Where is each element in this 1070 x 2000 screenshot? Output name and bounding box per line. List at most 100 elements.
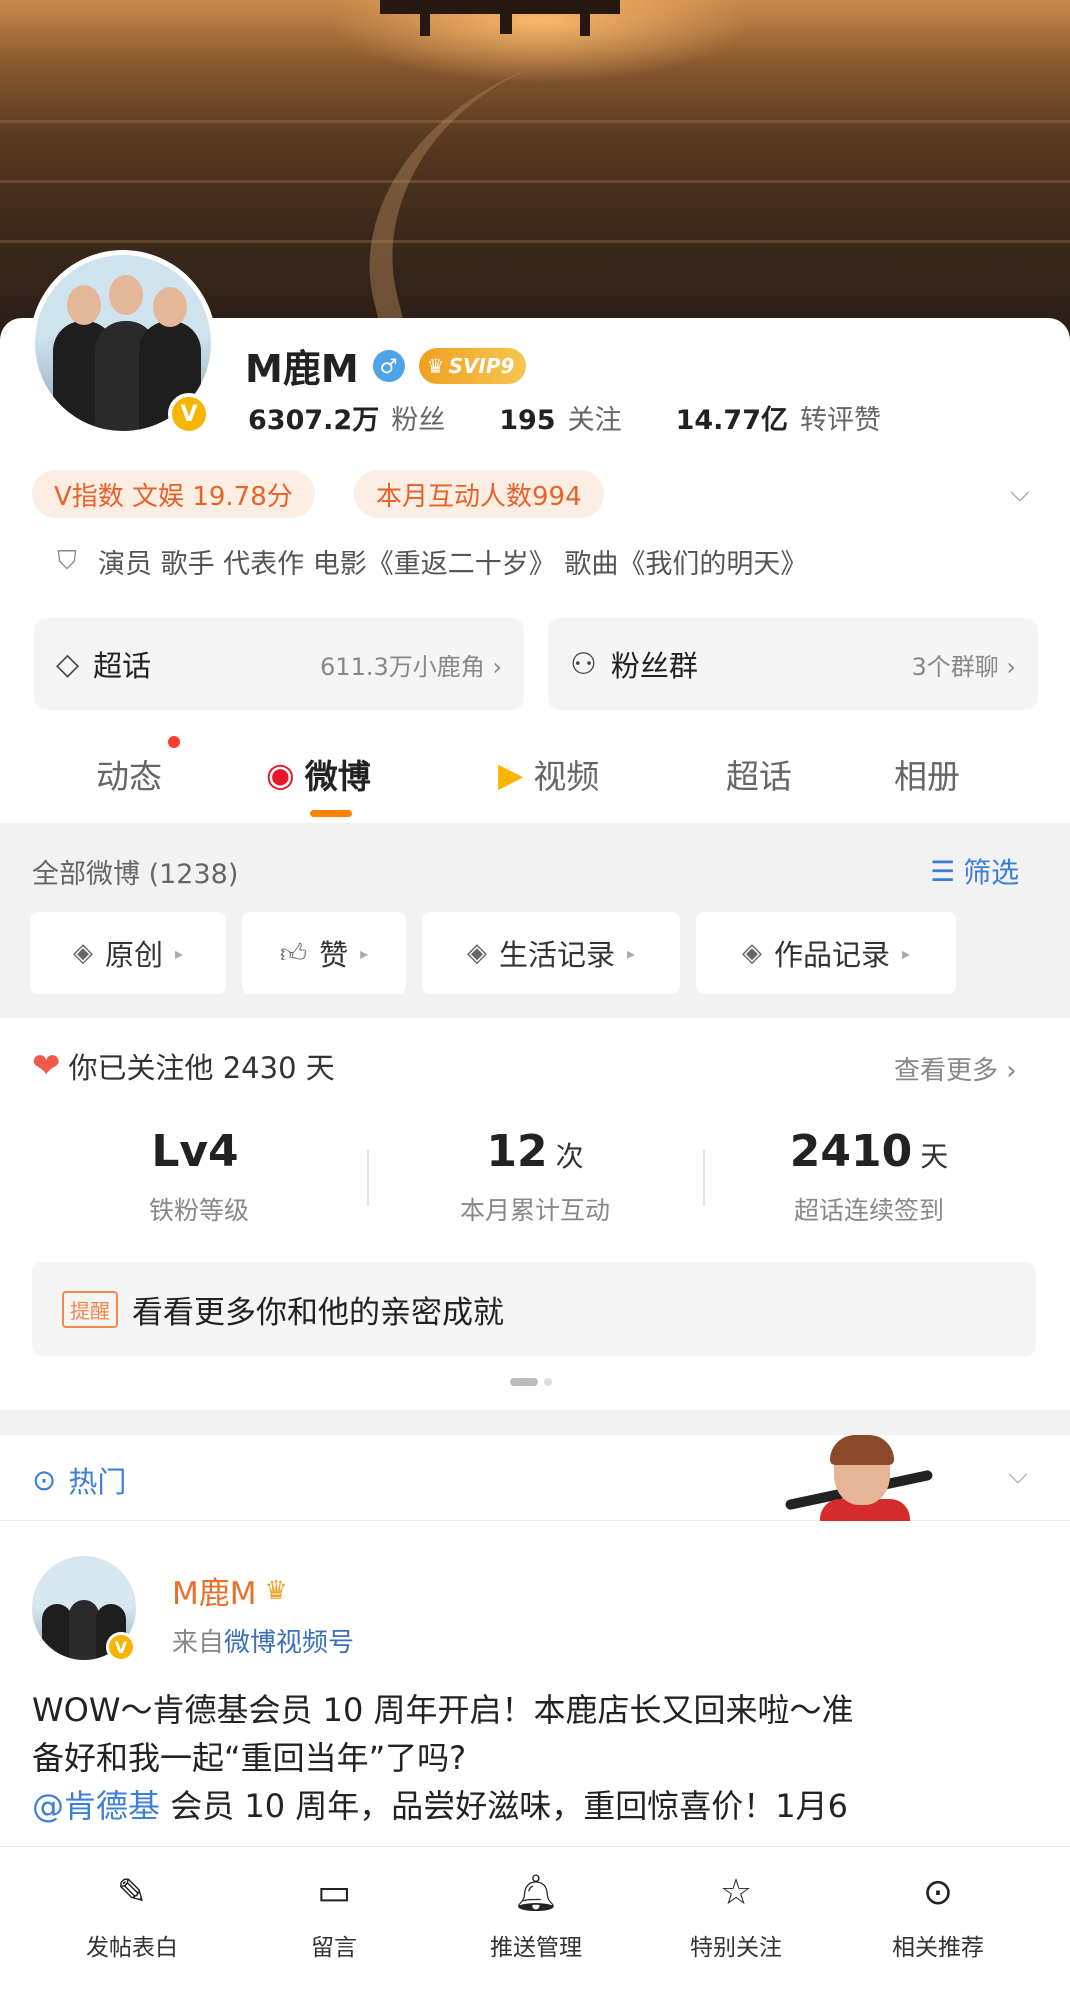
crown-icon: ♛ <box>426 353 445 378</box>
stat-following[interactable]: 195 关注 <box>499 398 621 437</box>
chip-works-label: 作品记录 <box>773 938 890 972</box>
special-follow-button[interactable]: ☆ 特别关注 <box>656 1872 816 1962</box>
post-tribute-button[interactable]: ✎ 发帖表白 <box>52 1872 212 1962</box>
special-follow-label: 特别关注 <box>690 1935 782 1961</box>
chevron-down-icon[interactable]: ⌵ <box>1010 478 1038 508</box>
metric-interactions-label: 本月累计互动 <box>459 1196 610 1225</box>
fangroup-meta: 3个群聊 › <box>911 647 1016 682</box>
metric-fan-level-label: 铁粉等级 <box>148 1196 249 1225</box>
related-recommend-button[interactable]: ⊙ 相关推荐 <box>858 1872 1018 1962</box>
chevron-right-icon: › <box>1006 1056 1017 1086</box>
active-tab-indicator <box>310 810 352 817</box>
caret-right-icon: ▸ <box>174 943 184 963</box>
message-button[interactable]: ▭ 留言 <box>254 1872 414 1962</box>
name-row: M鹿M ♂ ♛ SVIP9 <box>245 338 527 393</box>
post-text[interactable]: WOW～肯德基会员 10 周年开启！本鹿店长又回来啦～准 备好和我一起“重回当年… <box>32 1686 1042 1830</box>
chip-likes[interactable]: 👍︎ 赞 ▸ <box>242 912 406 994</box>
chip-likes-label: 赞 <box>319 938 349 972</box>
message-label: 留言 <box>311 1935 357 1961</box>
stat-likes-num: 14.77亿 <box>675 405 788 436</box>
interaction-pill[interactable]: 本月互动人数994 <box>354 470 604 518</box>
chip-life[interactable]: ◈ 生活记录 ▸ <box>422 912 680 994</box>
post-source-link[interactable]: 微博视频号 <box>224 1628 354 1658</box>
diamond-icon: ◇ <box>56 646 80 682</box>
layers-icon: ◈ <box>741 938 762 968</box>
metric-checkin-label: 超话连续签到 <box>793 1196 944 1225</box>
related-recommend-label: 相关推荐 <box>892 1935 984 1961</box>
chevron-right-icon: › <box>1006 652 1016 681</box>
weibo-icon: ◉ <box>266 754 295 794</box>
layers-icon: ◈ <box>72 938 93 968</box>
remind-text: 看看更多你和他的亲密成就 <box>132 1294 504 1331</box>
post-author[interactable]: M鹿M ♛ <box>172 1568 288 1613</box>
metric-interactions[interactable]: 12 次 本月累计互动 <box>370 1126 700 1227</box>
tab-weibo-label: 微博 <box>304 757 371 796</box>
divider <box>367 1150 369 1206</box>
chevron-right-icon: › <box>492 652 502 681</box>
achievement-reminder[interactable]: 提醒 看看更多你和他的亲密成就 <box>32 1262 1036 1356</box>
metric-checkin[interactable]: 2410 天 超话连续签到 <box>704 1126 1034 1227</box>
all-posts-count: 全部微博 (1238) <box>32 859 239 890</box>
description-row[interactable]: ⛉ 演员 歌手 代表作 电影《重返二十岁》 歌曲《我们的明天》 <box>52 542 807 581</box>
profile-name: M鹿M <box>245 347 359 391</box>
tab-album-label: 相册 <box>894 757 960 796</box>
caret-right-icon: ▸ <box>901 943 911 963</box>
heart-icon: ❤ <box>32 1046 61 1086</box>
tab-video[interactable]: ▶ 视频 <box>498 750 599 798</box>
filter-button[interactable]: ☰ 筛选 <box>930 851 1019 891</box>
description-text: 演员 歌手 代表作 电影《重返二十岁》 歌曲《我们的明天》 <box>98 549 808 580</box>
post-source: 来自微博视频号 <box>172 1622 354 1659</box>
group-icon: ⚇ <box>570 646 597 682</box>
location-pin-icon: ⊙ <box>32 1463 57 1497</box>
supertopic-meta: 611.3万小鹿角 › <box>320 647 502 682</box>
thumbs-up-icon: 👍︎ <box>279 938 308 969</box>
shield-icon: ⛉ <box>57 546 77 576</box>
stats-row: 6307.2万 粉丝 195 关注 14.77亿 转评赞 <box>248 398 881 437</box>
chat-icon: ▭ <box>316 1872 351 1913</box>
post-line-3: 会员 10 周年，品尝好滋味，重回惊喜价！1月6 <box>160 1787 848 1825</box>
stat-likes-label: 转评赞 <box>799 405 881 436</box>
user-star-icon: ☆ <box>719 1872 753 1913</box>
mention-link[interactable]: @肯德基 <box>32 1787 160 1825</box>
chip-life-label: 生活记录 <box>498 938 615 972</box>
chip-original[interactable]: ◈ 原创 ▸ <box>30 912 226 994</box>
male-icon: ♂ <box>372 349 405 382</box>
metric-interactions-unit: 次 <box>555 1140 584 1173</box>
see-more-link[interactable]: 查看更多 › <box>894 1050 1017 1087</box>
stat-fans-label: 粉丝 <box>391 405 446 436</box>
supertopic-box[interactable]: ◇ 超话 611.3万小鹿角 › <box>34 618 524 710</box>
bell-icon: 🔔︎ <box>513 1873 559 1914</box>
post-source-prefix: 来自 <box>172 1628 225 1658</box>
follow-days-text: 你已关注他 2430 天 <box>68 1051 335 1085</box>
promo-sticker <box>784 1435 934 1523</box>
hot-section-header[interactable]: ⊙ 热门 <box>32 1459 126 1501</box>
svip-label: SVIP9 <box>448 353 515 378</box>
supertopic-meta-text: 611.3万小鹿角 <box>320 652 485 681</box>
fangroup-label: 粉丝群 <box>610 649 698 683</box>
tab-weibo[interactable]: ◉ 微博 <box>266 750 371 798</box>
fangroup-box[interactable]: ⚇ 粉丝群 3个群聊 › <box>548 618 1038 710</box>
remind-tag: 提醒 <box>62 1290 118 1328</box>
filter-icon: ☰ <box>930 854 956 888</box>
v-index-pill[interactable]: V指数 文娱 19.78分 <box>32 470 315 518</box>
metric-fan-level[interactable]: Lv4 铁粉等级 <box>34 1126 364 1227</box>
stat-following-label: 关注 <box>567 405 622 436</box>
tab-feed[interactable]: 动态 <box>96 750 162 798</box>
video-icon: ▶ <box>498 754 524 794</box>
carousel-dots <box>510 1378 552 1386</box>
tab-supertopic[interactable]: 超话 <box>726 750 792 798</box>
profile-tabs: 动态 ◉ 微博 ▶ 视频 超话 相册 <box>0 720 1070 822</box>
metric-interactions-value: 12 <box>486 1126 548 1177</box>
svip-badge[interactable]: ♛ SVIP9 <box>418 347 527 384</box>
filter-label: 筛选 <box>963 856 1020 889</box>
metric-checkin-unit: 天 <box>920 1140 949 1173</box>
pen-icon: ✎ <box>116 1872 148 1913</box>
stat-fans[interactable]: 6307.2万 粉丝 <box>248 398 445 437</box>
tab-album[interactable]: 相册 <box>894 750 960 798</box>
chevron-down-icon[interactable]: ⌵ <box>1008 1460 1028 1491</box>
push-settings-button[interactable]: 🔔︎ 推送管理 <box>456 1872 616 1962</box>
chip-works[interactable]: ◈ 作品记录 ▸ <box>696 912 956 994</box>
post-line-1: WOW～肯德基会员 10 周年开启！本鹿店长又回来啦～准 <box>32 1691 854 1729</box>
layers-icon: ◈ <box>466 938 487 968</box>
stat-likes[interactable]: 14.77亿 转评赞 <box>676 398 881 437</box>
